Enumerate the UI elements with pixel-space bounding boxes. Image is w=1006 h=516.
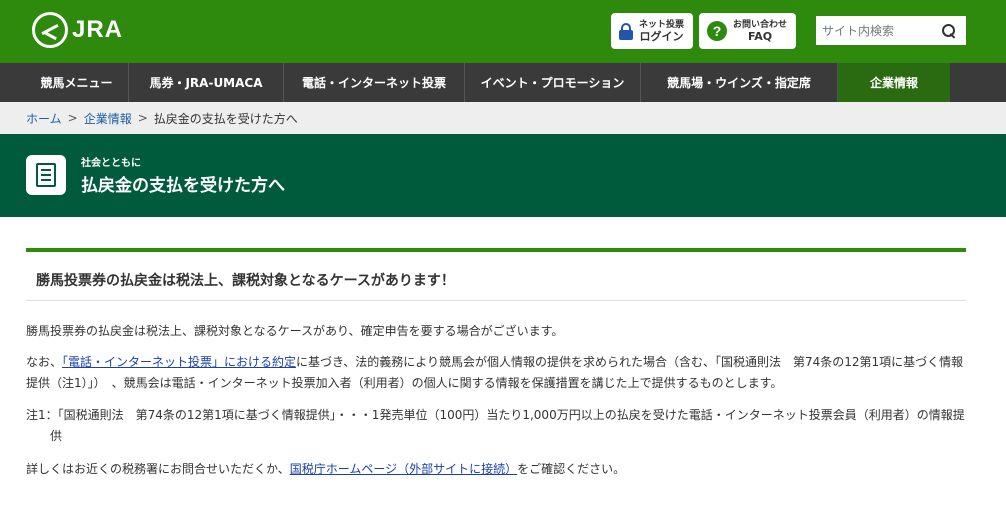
nav-item-corporate[interactable]: 企業情報 (838, 63, 950, 102)
site-search (816, 16, 966, 45)
main-content: 勝馬投票券の払戻金は税法上、課税対象となるケースがあります！ 勝馬投票券の払戻金… (26, 248, 966, 480)
jra-logo[interactable]: JRA (32, 12, 123, 48)
lock-icon (619, 22, 633, 40)
privacy-pre-text: なお、 (26, 355, 63, 369)
document-icon (26, 155, 66, 195)
jra-logo-icon (32, 12, 68, 48)
search-input[interactable] (816, 17, 938, 44)
page-title: 払戻金の支払を受けた方へ (81, 176, 285, 196)
breadcrumb: ホーム > 企業情報 > 払戻金の支払を受けた方へ (0, 102, 1006, 134)
faq-large-label: FAQ (747, 30, 773, 43)
question-icon: ? (707, 21, 727, 41)
nta-website-link[interactable]: 国税庁ホームページ（外部サイトに接続） (290, 462, 517, 476)
details-pre-text: 詳しくはお近くの税務署にお問合せいただくか、 (26, 462, 290, 476)
note-paragraph: 注1：「国税通則法 第74条の12第1項に基づく情報提供」・・・1発売単位（10… (26, 408, 965, 443)
nav-item-tickets-umaca[interactable]: 馬券・JRA-UMACA (129, 63, 284, 102)
login-large-label: ログイン (639, 30, 684, 43)
global-nav: 競馬メニュー 馬券・JRA-UMACA 電話・インターネット投票 イベント・プロ… (0, 63, 1006, 102)
faq-button[interactable]: ? お問い合わせ FAQ (699, 13, 796, 49)
net-vote-login-button[interactable]: ネット投票 ログイン (611, 13, 693, 49)
logo-text: JRA (72, 16, 124, 43)
breadcrumb-home-link[interactable]: ホーム (26, 110, 62, 127)
breadcrumb-current: 払戻金の支払を受けた方へ (153, 111, 298, 126)
nav-item-events-promotions[interactable]: イベント・プロモーション (465, 63, 641, 102)
details-post-text: をご確認ください。 (517, 462, 626, 476)
breadcrumb-separator: > (67, 111, 78, 125)
page-header: 社会とともに 払戻金の支払を受けた方へ (0, 134, 1006, 217)
search-icon[interactable] (942, 23, 956, 38)
page-subtitle: 社会とともに (81, 158, 141, 169)
nav-item-phone-internet-vote[interactable]: 電話・インターネット投票 (284, 63, 465, 102)
breadcrumb-corporate-link[interactable]: 企業情報 (84, 110, 132, 127)
privacy-paragraph: なお、「電話・インターネット投票」における約定に基づき、法的義務により競馬会が個… (26, 352, 966, 394)
content-heading: 勝馬投票券の払戻金は税法上、課税対象となるケースがあります！ (26, 252, 966, 301)
details-paragraph: 詳しくはお近くの税務署にお問合せいただくか、国税庁ホームページ（外部サイトに接続… (26, 459, 966, 480)
intro-paragraph: 勝馬投票券の払戻金は税法上、課税対象となるケースがあり、確定申告を要する場合がご… (26, 324, 564, 338)
terms-link[interactable]: 「電話・インターネット投票」における約定 (62, 355, 296, 369)
nav-item-racecourses-wins[interactable]: 競馬場・ウインズ・指定席 (641, 63, 838, 102)
site-header: JRA ネット投票 ログイン ? お問い合わせ FAQ (0, 0, 1006, 63)
breadcrumb-separator: > (137, 111, 148, 125)
nav-item-racing-menu[interactable]: 競馬メニュー (25, 63, 129, 102)
